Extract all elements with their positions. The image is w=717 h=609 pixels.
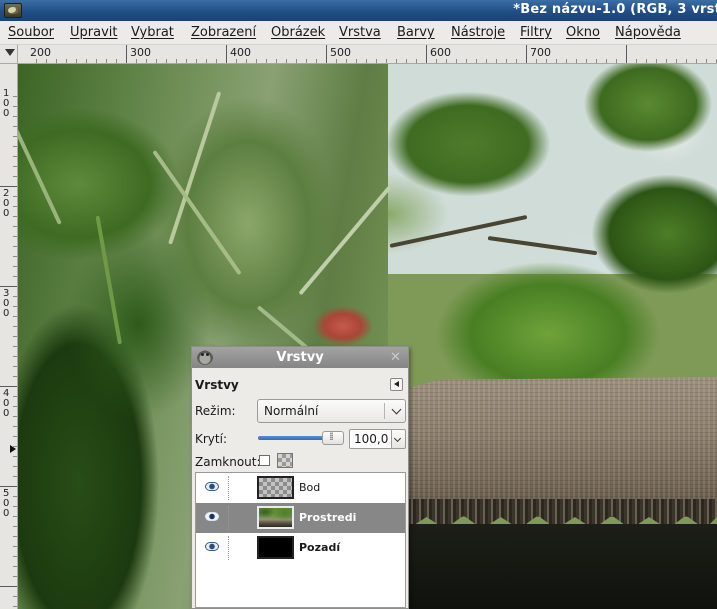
eye-icon[interactable] — [205, 542, 219, 551]
layer-thumbnail-black — [257, 536, 294, 559]
ruler-mark: 100 — [3, 88, 10, 119]
layer-thumbnail-transparent — [257, 476, 294, 499]
menu-upravit[interactable]: Upravit — [70, 25, 117, 40]
ruler-mark: 500 — [330, 46, 351, 59]
chain-link-slot[interactable] — [228, 476, 229, 500]
slider-handle[interactable] — [322, 430, 344, 445]
menu-zobrazeni[interactable]: Zobrazení — [191, 25, 256, 40]
dock-title: Vrstvy — [276, 350, 324, 365]
checkerboard-icon[interactable] — [277, 453, 293, 468]
opacity-slider[interactable] — [258, 430, 344, 445]
layer-name: Pozadí — [299, 541, 341, 554]
ruler-mark: 400 — [3, 388, 10, 419]
select-separator — [384, 403, 385, 419]
gimp-app-icon[interactable] — [4, 3, 22, 18]
menu-nastroje[interactable]: Nástroje — [451, 25, 505, 40]
menu-bar: Soubor Upravit Vybrat Zobrazení Obrázek … — [0, 21, 717, 45]
ruler-pointer-icon — [10, 445, 16, 453]
opacity-input[interactable]: 100,0 — [349, 429, 392, 449]
layer-name: Prostredi — [299, 511, 357, 524]
chain-link-slot[interactable] — [228, 506, 229, 530]
opacity-label: Krytí: — [195, 432, 227, 446]
layer-name: Bod — [299, 481, 321, 494]
menu-vybrat[interactable]: Vybrat — [131, 25, 174, 40]
lock-label: Zamknout: — [195, 455, 261, 469]
menu-vrstva[interactable]: Vrstva — [339, 25, 381, 40]
menu-okno[interactable]: Okno — [566, 25, 600, 40]
menu-obrazek[interactable]: Obrázek — [271, 25, 325, 40]
lock-pixels-checkbox[interactable] — [259, 455, 270, 466]
layer-row-bod[interactable]: Bod — [196, 473, 405, 503]
mode-value: Normální — [264, 404, 319, 418]
close-icon[interactable]: ✕ — [387, 349, 404, 366]
opacity-spin-button[interactable] — [392, 429, 406, 449]
ruler-mark: 300 — [130, 46, 151, 59]
layer-row-prostredi[interactable]: Prostredi — [196, 503, 405, 533]
layers-dock: Vrstvy ✕ Vrstvy Režim: Normální Krytí: 1… — [191, 346, 409, 609]
menu-filtry[interactable]: Filtry — [520, 25, 552, 40]
quick-mask-toggle-button[interactable] — [0, 45, 18, 64]
dock-titlebar[interactable]: Vrstvy ✕ — [192, 347, 408, 368]
chevron-down-icon — [391, 404, 402, 415]
chain-link-slot[interactable] — [228, 536, 229, 560]
eye-icon[interactable] — [205, 482, 219, 491]
menu-barvy[interactable]: Barvy — [397, 25, 435, 40]
menu-soubor[interactable]: Soubor — [8, 25, 54, 40]
gimp-wilber-icon — [197, 349, 213, 365]
canvas-shadow — [408, 524, 717, 609]
ruler-mark: 500 — [3, 488, 10, 519]
ruler-mark: 200 — [30, 46, 51, 59]
window-titlebar[interactable]: *Bez názvu-1.0 (RGB, 3 vrst — [0, 0, 717, 21]
ruler-mark: 700 — [530, 46, 551, 59]
mode-select[interactable]: Normální — [257, 399, 406, 423]
mode-label: Režim: — [195, 404, 236, 418]
ruler-mark: 200 — [3, 188, 10, 219]
ruler-mark: 300 — [3, 288, 10, 319]
eye-icon[interactable] — [205, 512, 219, 521]
panel-title: Vrstvy — [195, 378, 239, 392]
vertical-ruler[interactable]: 100 200 300 400 500 — [0, 64, 18, 609]
window-title: *Bez názvu-1.0 (RGB, 3 vrst — [513, 2, 717, 17]
canvas-trees — [348, 64, 717, 394]
menu-napoveda[interactable]: Nápověda — [615, 25, 681, 40]
layer-list: Bod Prostredi Pozadí — [195, 472, 406, 608]
canvas-thatched-roof — [408, 377, 717, 517]
layer-row-pozadi[interactable]: Pozadí — [196, 533, 405, 563]
ruler-mark: 400 — [230, 46, 251, 59]
horizontal-ruler[interactable]: 200 300 400 500 600 700 — [18, 45, 717, 64]
panel-menu-button[interactable] — [390, 378, 403, 391]
layer-thumbnail-photo — [257, 506, 294, 529]
ruler-mark: 600 — [430, 46, 451, 59]
